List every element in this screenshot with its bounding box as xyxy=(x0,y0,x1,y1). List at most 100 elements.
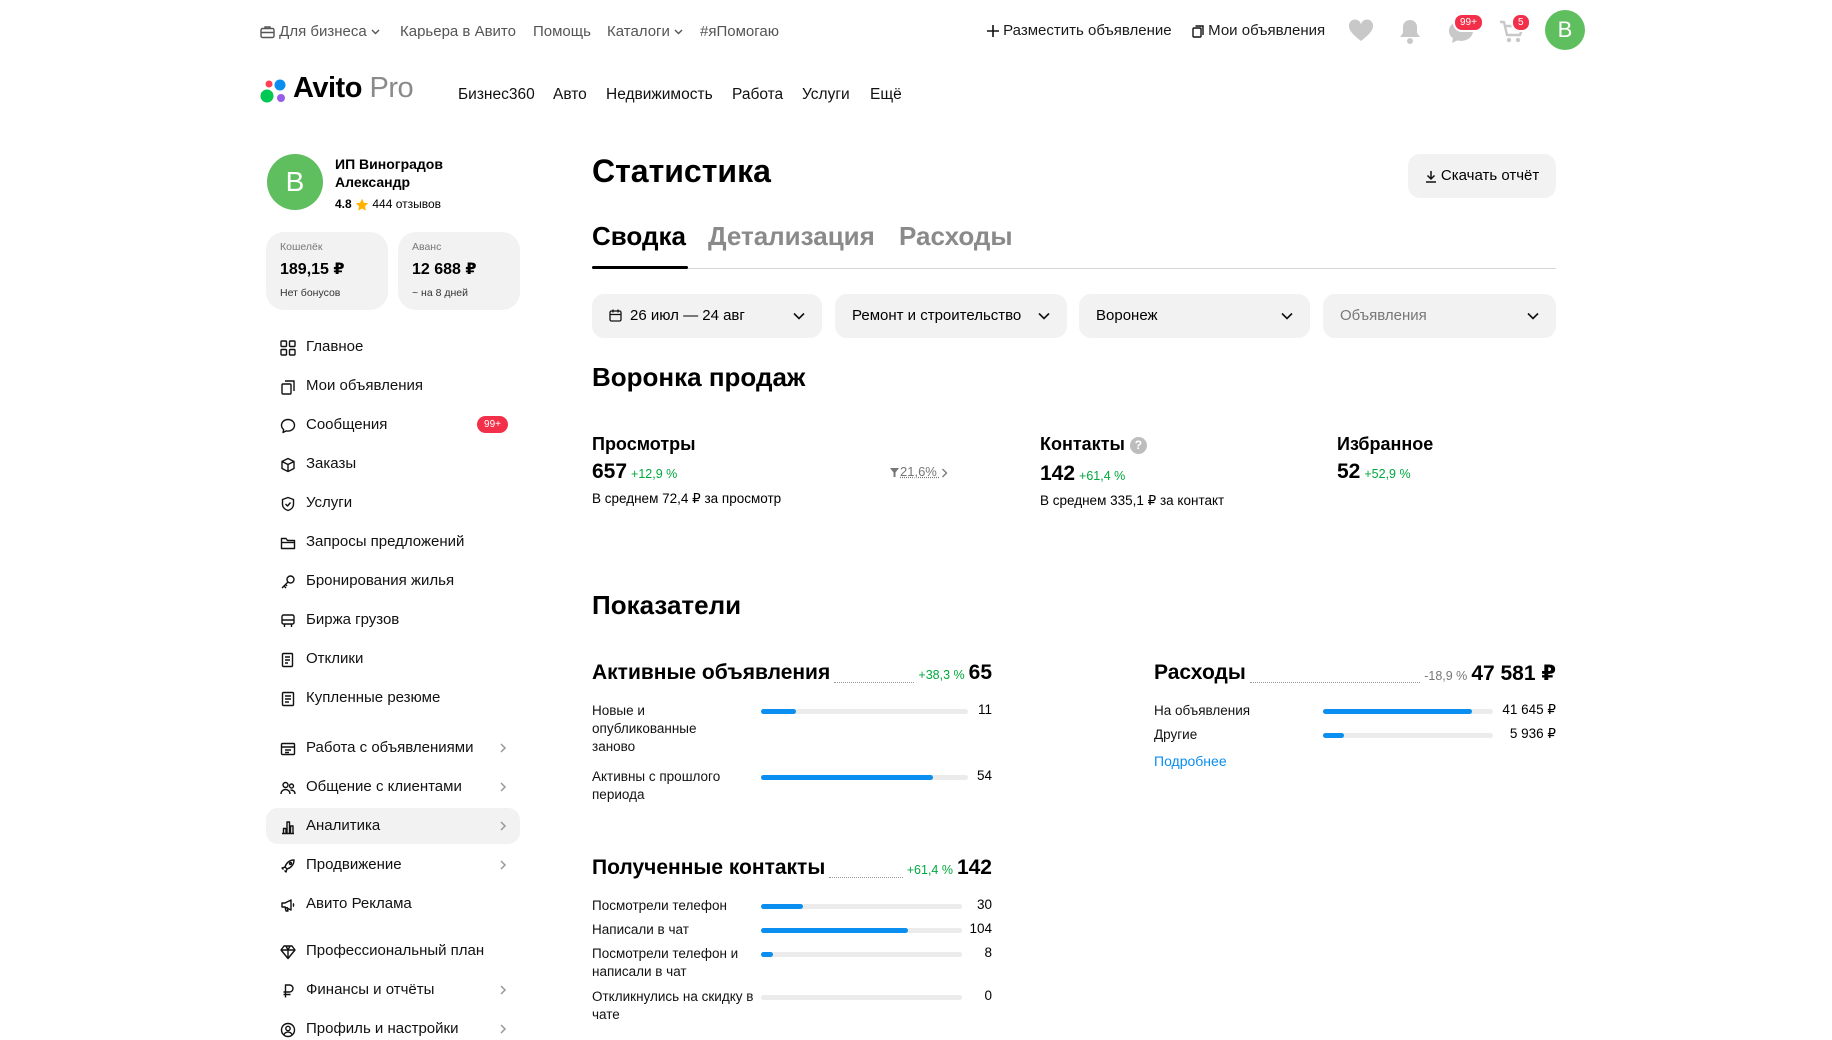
ads-select[interactable]: Объявления xyxy=(1323,294,1556,338)
bell-icon[interactable] xyxy=(1399,18,1421,44)
profile-rating[interactable]: 4.8 444 отзывов xyxy=(335,197,441,212)
sidebar-item-truck[interactable]: Биржа грузов xyxy=(266,602,520,638)
sidebar-item-rocket[interactable]: Продвижение xyxy=(266,847,520,883)
views-value: 657 +12,9 % xyxy=(592,460,678,483)
analytics-icon xyxy=(282,821,294,835)
avito-pro-logo[interactable]: Avito Pro xyxy=(293,72,414,105)
chevron-down-icon xyxy=(371,29,380,35)
sidebar-item-chat[interactable]: Сообщения 99+ xyxy=(266,407,520,443)
post-ad-link[interactable]: Разместить объявление xyxy=(987,22,1172,39)
nav-more[interactable]: Ещё xyxy=(870,86,902,104)
date-range-select[interactable]: 26 июл — 24 авг xyxy=(592,294,822,338)
sidebar-item-label: Бронирования жилья xyxy=(306,572,455,589)
nav-jobs[interactable]: Работа xyxy=(732,86,783,104)
megaphone-icon xyxy=(281,899,295,912)
nav-business360[interactable]: Бизнес360 xyxy=(458,86,535,104)
sidebar-item-megaphone[interactable]: Авито Реклама xyxy=(266,886,520,922)
truck-icon xyxy=(281,614,295,627)
wallet-card[interactable]: Кошелёк 189,15 ₽ Нет бонусов xyxy=(266,232,388,310)
sidebar-item-resume[interactable]: Купленные резюме xyxy=(266,680,520,716)
briefcase-icon xyxy=(260,26,275,39)
top-link-career[interactable]: Карьера в Авито xyxy=(400,23,516,40)
diamond-icon xyxy=(280,945,296,960)
row-label: Посмотрели телефон и написали в чат xyxy=(592,946,739,979)
top-link-ihelp[interactable]: #яПомогаю xyxy=(700,23,779,40)
advance-card[interactable]: Аванс 12 688 ₽ ~ на 8 дней xyxy=(398,232,520,310)
row-value: 8 xyxy=(984,945,992,960)
nav-auto[interactable]: Авто xyxy=(553,86,587,104)
tab-expenses[interactable]: Расходы xyxy=(899,221,1013,252)
sidebar-item-box[interactable]: Заказы xyxy=(266,446,520,482)
sidebar-item-shield[interactable]: Услуги xyxy=(266,485,520,521)
resume-icon xyxy=(281,691,295,707)
sidebar-item-label: Продвижение xyxy=(306,856,402,873)
sidebar-item-ruble[interactable]: Финансы и отчёты xyxy=(266,972,520,1008)
row-label: Написали в чат xyxy=(592,922,689,937)
sidebar-item-diamond[interactable]: Профессиональный план xyxy=(266,933,520,969)
sidebar-item-document[interactable]: Отклики xyxy=(266,641,520,677)
sidebar-item-grid[interactable]: Главное xyxy=(266,329,520,365)
contacts-header: Полученные контакты +61,4 % 142 xyxy=(592,856,992,880)
sidebar-item-label: Профиль и настройки xyxy=(306,1020,459,1037)
user-avatar[interactable]: В xyxy=(1545,10,1585,50)
favorites-title: Избранное xyxy=(1337,434,1434,454)
nav-realty[interactable]: Недвижимость xyxy=(606,86,713,104)
copy-icon xyxy=(1192,24,1204,38)
category-select[interactable]: Ремонт и строительство xyxy=(835,294,1067,338)
sidebar-item-label: Купленные резюме xyxy=(306,689,441,706)
views-sub: В среднем 72,4 ₽ за просмотр xyxy=(592,491,782,506)
dotted-leader xyxy=(1250,682,1420,683)
chevron-right-icon xyxy=(500,1024,507,1034)
chevron-down-icon xyxy=(674,29,683,35)
sidebar-item-label: Профессиональный план xyxy=(306,942,485,959)
contacts-value: 142 +61,4 % xyxy=(1040,462,1126,485)
top-link-help[interactable]: Помощь xyxy=(533,23,591,40)
conversion-link[interactable]: 21,6% xyxy=(889,464,948,479)
sidebar-item-profile[interactable]: Профиль и настройки xyxy=(266,1011,520,1040)
my-ads-link[interactable]: Мои объявления xyxy=(1192,22,1325,39)
sidebar-item-users[interactable]: Общение с клиентами xyxy=(266,769,520,805)
region-select[interactable]: Воронеж xyxy=(1079,294,1310,338)
bar-track xyxy=(1323,733,1493,738)
key-icon xyxy=(281,575,295,589)
chevron-right-icon xyxy=(941,468,947,478)
star-icon xyxy=(355,198,369,211)
download-report-button[interactable]: Скачать отчёт xyxy=(1408,154,1556,198)
heart-icon[interactable] xyxy=(1348,19,1374,43)
nav-services[interactable]: Услуги xyxy=(802,86,850,104)
tab-details[interactable]: Детализация xyxy=(708,221,875,252)
bar-fill xyxy=(761,775,933,780)
sidebar-item-label: Аналитика xyxy=(306,817,381,834)
bar-track xyxy=(1323,709,1493,714)
ruble-icon xyxy=(283,984,294,998)
sidebar-item-analytics[interactable]: Аналитика xyxy=(266,808,520,844)
active-ads-header: Активные объявления +38,3 % 65 xyxy=(592,661,992,685)
tab-summary[interactable]: Сводка xyxy=(592,221,686,252)
top-link-business[interactable]: Для бизнеса xyxy=(260,23,380,40)
cart-badge: 5 xyxy=(1511,13,1531,32)
sidebar-item-label: Биржа грузов xyxy=(306,611,400,628)
profile-name[interactable]: ИП Виноградов Александр xyxy=(335,155,485,191)
chevron-right-icon xyxy=(500,821,507,831)
more-details-link[interactable]: Подробнее xyxy=(1154,753,1227,769)
top-link-catalogs[interactable]: Каталоги xyxy=(607,23,683,40)
row-label: Другие xyxy=(1154,727,1198,742)
sidebar-item-label: Отклики xyxy=(306,650,364,667)
row-value: 104 xyxy=(969,921,992,936)
dotted-leader xyxy=(834,682,914,683)
row-value: 41 645 ₽ xyxy=(1502,702,1556,717)
profile-icon xyxy=(280,1022,296,1038)
chevron-down-icon xyxy=(1527,312,1539,320)
row-value: 11 xyxy=(977,702,992,717)
bar-track xyxy=(761,952,962,957)
sidebar-item-folder[interactable]: Запросы предложений xyxy=(266,524,520,560)
sidebar-item-key[interactable]: Бронирования жилья xyxy=(266,563,520,599)
help-icon[interactable]: ? xyxy=(1129,436,1147,454)
sidebar-item-label: Финансы и отчёты xyxy=(306,981,435,998)
profile-avatar[interactable]: В xyxy=(267,154,323,210)
chevron-down-icon xyxy=(1038,312,1050,320)
bar-fill xyxy=(1323,709,1472,714)
avito-logo-icon[interactable] xyxy=(260,77,290,105)
sidebar-item-ads[interactable]: Работа с объявлениями xyxy=(266,730,520,766)
sidebar-item-copy[interactable]: Мои объявления xyxy=(266,368,520,404)
